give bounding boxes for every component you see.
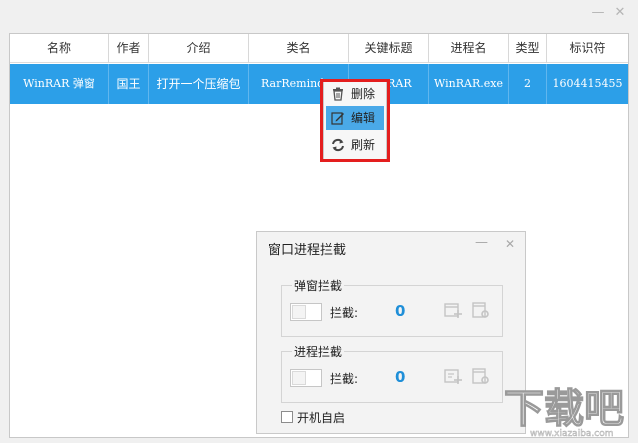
- add-process-icon[interactable]: [444, 367, 462, 385]
- column-header-class-name[interactable]: 类名: [249, 34, 349, 63]
- watermark-url: www.xiazaiba.com: [530, 429, 614, 439]
- cell-name: WinRAR 弹窗: [10, 64, 109, 104]
- add-window-icon[interactable]: [444, 301, 462, 319]
- table-row[interactable]: WinRAR 弹窗 国王 打开一个压缩包 RarReminder WinRAR …: [10, 64, 628, 104]
- watermark-text: 下载吧: [504, 386, 624, 432]
- column-header-type[interactable]: 类型: [509, 34, 547, 63]
- intercept-dialog: 窗口进程拦截 — ✕ 拦截: 0 弹窗拦截 拦截: 0 进程拦截 开机自启: [256, 231, 526, 434]
- popup-intercept-title: 弹窗拦截: [292, 277, 345, 294]
- column-header-description[interactable]: 介绍: [149, 34, 249, 63]
- window-close-button[interactable]: ✕: [612, 6, 628, 20]
- column-header-identifier[interactable]: 标识符: [547, 34, 628, 63]
- column-header-author[interactable]: 作者: [109, 34, 149, 63]
- cell-identifier: 1604415455: [552, 77, 623, 90]
- autostart-label: 开机自启: [297, 411, 346, 425]
- cell-process-name: WinRAR.exe: [429, 64, 509, 104]
- window-minimize-button[interactable]: —: [590, 6, 606, 20]
- popup-intercept-label: 拦截:: [330, 306, 359, 320]
- dialog-title: 窗口进程拦截: [268, 243, 347, 258]
- window-settings-icon[interactable]: [472, 301, 490, 319]
- menu-highlight-frame: [320, 79, 390, 162]
- process-settings-icon[interactable]: [472, 367, 490, 385]
- popup-intercept-toggle[interactable]: [290, 303, 322, 321]
- cell-type: 2: [509, 64, 547, 104]
- process-intercept-title: 进程拦截: [292, 343, 345, 360]
- column-header-name[interactable]: 名称: [10, 34, 109, 63]
- column-header-key-title[interactable]: 关键标题: [349, 34, 429, 63]
- cell-author: 国王: [109, 64, 149, 104]
- process-intercept-count: 0: [395, 368, 406, 386]
- toggle-knob: [292, 371, 306, 385]
- popup-intercept-count: 0: [395, 302, 406, 320]
- site-watermark: 下载吧 www.xiazaiba.com: [503, 385, 624, 439]
- toggle-knob: [292, 305, 306, 319]
- autostart-checkbox[interactable]: [281, 411, 293, 423]
- process-intercept-label: 拦截:: [330, 372, 359, 386]
- process-intercept-toggle[interactable]: [290, 369, 322, 387]
- column-header-process-name[interactable]: 进程名: [429, 34, 509, 63]
- dialog-close-button[interactable]: ✕: [505, 237, 515, 251]
- table-header: 名称 作者 介绍 类名 关键标题 进程名 类型 标识符: [10, 34, 628, 63]
- dialog-minimize-button[interactable]: —: [475, 235, 488, 250]
- cell-description: 打开一个压缩包: [149, 64, 249, 104]
